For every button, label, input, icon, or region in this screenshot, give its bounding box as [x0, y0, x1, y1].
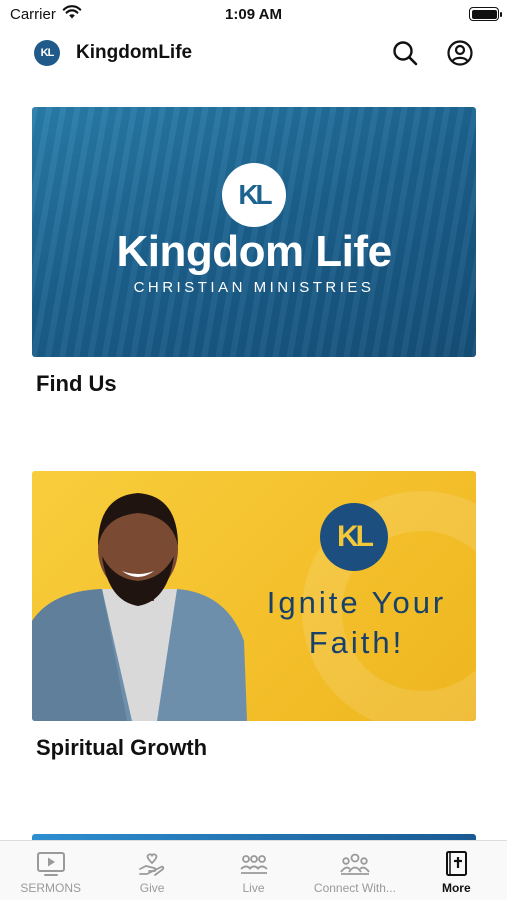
tab-connect-with[interactable]: Connect With...: [304, 841, 405, 900]
card-spiritual-growth[interactable]: KL Ignite Your Faith! Spiritual Growth: [32, 471, 476, 761]
status-time: 1:09 AM: [225, 6, 282, 23]
search-icon[interactable]: [391, 39, 419, 67]
bible-icon: [446, 851, 468, 876]
banner-headline: Kingdom Life: [116, 227, 392, 276]
card-title[interactable]: Spiritual Growth: [32, 735, 476, 761]
tab-more[interactable]: More: [406, 841, 507, 900]
tab-sermons[interactable]: SERMONS: [0, 841, 101, 900]
card-find-us[interactable]: KL Kingdom Life CHRISTIAN MINISTRIES Fin…: [32, 107, 476, 397]
audience-icon: [239, 855, 268, 874]
app-title: KingdomLife: [76, 42, 193, 63]
spiritual-growth-banner[interactable]: KL Ignite Your Faith!: [32, 471, 476, 721]
banner-headline: Ignite Your Faith!: [237, 583, 476, 663]
app-header: KL KingdomLife: [0, 34, 507, 72]
tab-label: Give: [139, 881, 165, 895]
kl-logo: KL: [222, 163, 286, 227]
status-bar: Carrier 1:09 AM: [0, 0, 507, 28]
tab-label: SERMONS: [20, 881, 82, 895]
banner-line-2: Faith!: [308, 625, 405, 660]
app-logo[interactable]: KL: [34, 40, 60, 66]
banner-line-1: Ignite Your: [266, 585, 447, 620]
battery-icon: [469, 7, 502, 21]
tab-give[interactable]: Give: [101, 841, 202, 900]
hand-heart-icon: [139, 853, 165, 876]
person-photo: [32, 493, 247, 721]
tab-live[interactable]: Live: [203, 841, 304, 900]
tab-bar: SERMONS Give Live Connect With... More: [0, 840, 507, 900]
group-icon: [340, 853, 370, 875]
find-us-banner[interactable]: KL Kingdom Life CHRISTIAN MINISTRIES: [32, 107, 476, 357]
profile-icon[interactable]: [446, 39, 474, 67]
banner-subline: CHRISTIAN MINISTRIES: [133, 279, 375, 296]
tv-play-icon: [36, 852, 65, 876]
tab-label: Connect With...: [313, 881, 396, 895]
kl-logo: KL: [320, 503, 388, 571]
card-title[interactable]: Find Us: [32, 371, 476, 397]
tab-label: More: [441, 881, 471, 895]
tab-label: Live: [242, 881, 265, 895]
